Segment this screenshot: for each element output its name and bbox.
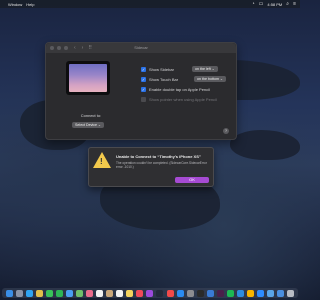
show-pointer-checkbox — [141, 97, 146, 102]
menu-clock[interactable]: 4:58 PM — [267, 2, 282, 7]
spotify-icon[interactable] — [226, 289, 234, 297]
connect-to-label: Connect to: — [80, 113, 102, 118]
facetime-icon[interactable] — [55, 289, 63, 297]
battery-icon[interactable]: ▭ — [259, 1, 264, 7]
help-button[interactable]: ? — [223, 128, 229, 134]
warning-exclamation-icon: ! — [100, 157, 103, 166]
trash-icon[interactable] — [287, 289, 295, 297]
show-sidebar-label: Show Sidebar — [149, 67, 174, 72]
option-show-touch-bar[interactable]: ✓ Show Touch Bar — [141, 77, 178, 82]
sketch-icon[interactable] — [247, 289, 255, 297]
window-title: Sidecar — [134, 45, 148, 50]
launchpad-icon[interactable] — [15, 289, 23, 297]
wallpaper-island — [230, 130, 300, 160]
preferences-icon[interactable] — [186, 289, 194, 297]
mail-icon[interactable] — [65, 289, 73, 297]
show-touch-bar-label: Show Touch Bar — [149, 77, 179, 82]
double-tap-checkbox[interactable]: ✓ — [141, 87, 146, 92]
connection-error-alert: ! Unable to Connect to “Timothy’s iPhone… — [88, 147, 214, 187]
dock — [2, 288, 298, 298]
menu-item-window[interactable]: Window — [8, 2, 22, 7]
calendar-icon[interactable] — [96, 289, 104, 297]
xcode-icon[interactable] — [206, 289, 214, 297]
ipad-preview — [66, 61, 110, 95]
notes-icon[interactable] — [126, 289, 134, 297]
touch-bar-position-select[interactable]: on the bottom ⌄ — [194, 76, 226, 82]
option-double-tap[interactable]: ✓ Enable double tap on Apple Pencil — [141, 87, 210, 92]
finder-icon[interactable] — [5, 289, 13, 297]
show-pointer-label: Show pointer when using Apple Pencil — [149, 97, 217, 102]
messages-icon[interactable] — [45, 289, 53, 297]
alert-title: Unable to Connect to “Timothy’s iPhone X… — [116, 154, 201, 159]
option-show-sidebar[interactable]: ✓ Show Sidebar — [141, 67, 174, 72]
search-icon[interactable]: ⌕ — [286, 1, 289, 7]
alert-message: The operation couldn’t be completed. (Si… — [116, 161, 207, 170]
tv-icon[interactable] — [156, 289, 164, 297]
show-touch-bar-checkbox[interactable]: ✓ — [141, 77, 146, 82]
terminal-icon[interactable] — [196, 289, 204, 297]
photos-icon[interactable] — [86, 289, 94, 297]
sidebar-position-select[interactable]: on the left ⌄ — [192, 66, 218, 72]
double-tap-label: Enable double tap on Apple Pencil — [149, 87, 210, 92]
sidebar-position-value: on the left — [195, 67, 211, 71]
appstore-icon[interactable] — [176, 289, 184, 297]
zoom-icon[interactable] — [257, 289, 265, 297]
connect-device-value: Select Device — [75, 123, 97, 127]
slack-icon[interactable] — [216, 289, 224, 297]
chrome-icon[interactable] — [35, 289, 43, 297]
menu-item-help[interactable]: Help — [26, 2, 34, 7]
touch-bar-position-value: on the bottom — [197, 77, 219, 81]
contacts-icon[interactable] — [106, 289, 114, 297]
connect-device-select[interactable]: Select Device ⌄ — [72, 122, 104, 128]
finder-folder-icon[interactable] — [267, 289, 275, 297]
safari-icon[interactable] — [25, 289, 33, 297]
ipad-screen — [69, 64, 107, 92]
downloads-icon[interactable] — [277, 289, 285, 297]
reminders-icon[interactable] — [116, 289, 124, 297]
menu-bar: Window Help ◔ ▭ 4:58 PM ⌕ ≡ — [0, 0, 300, 8]
option-show-pointer: Show pointer when using Apple Pencil — [141, 97, 217, 102]
podcasts-icon[interactable] — [146, 289, 154, 297]
sidecar-preferences-window: ‹ › ⠿ Sidecar Connect to: Select Device … — [45, 42, 237, 140]
window-titlebar: ‹ › ⠿ Sidecar — [46, 43, 236, 53]
music-icon[interactable] — [136, 289, 144, 297]
control-center-icon[interactable]: ≡ — [293, 1, 296, 7]
maps-icon[interactable] — [75, 289, 83, 297]
vscode-icon[interactable] — [236, 289, 244, 297]
show-sidebar-checkbox[interactable]: ✓ — [141, 67, 146, 72]
wifi-icon[interactable]: ◔ — [252, 1, 255, 7]
ok-button[interactable]: OK — [175, 177, 209, 183]
news-icon[interactable] — [166, 289, 174, 297]
